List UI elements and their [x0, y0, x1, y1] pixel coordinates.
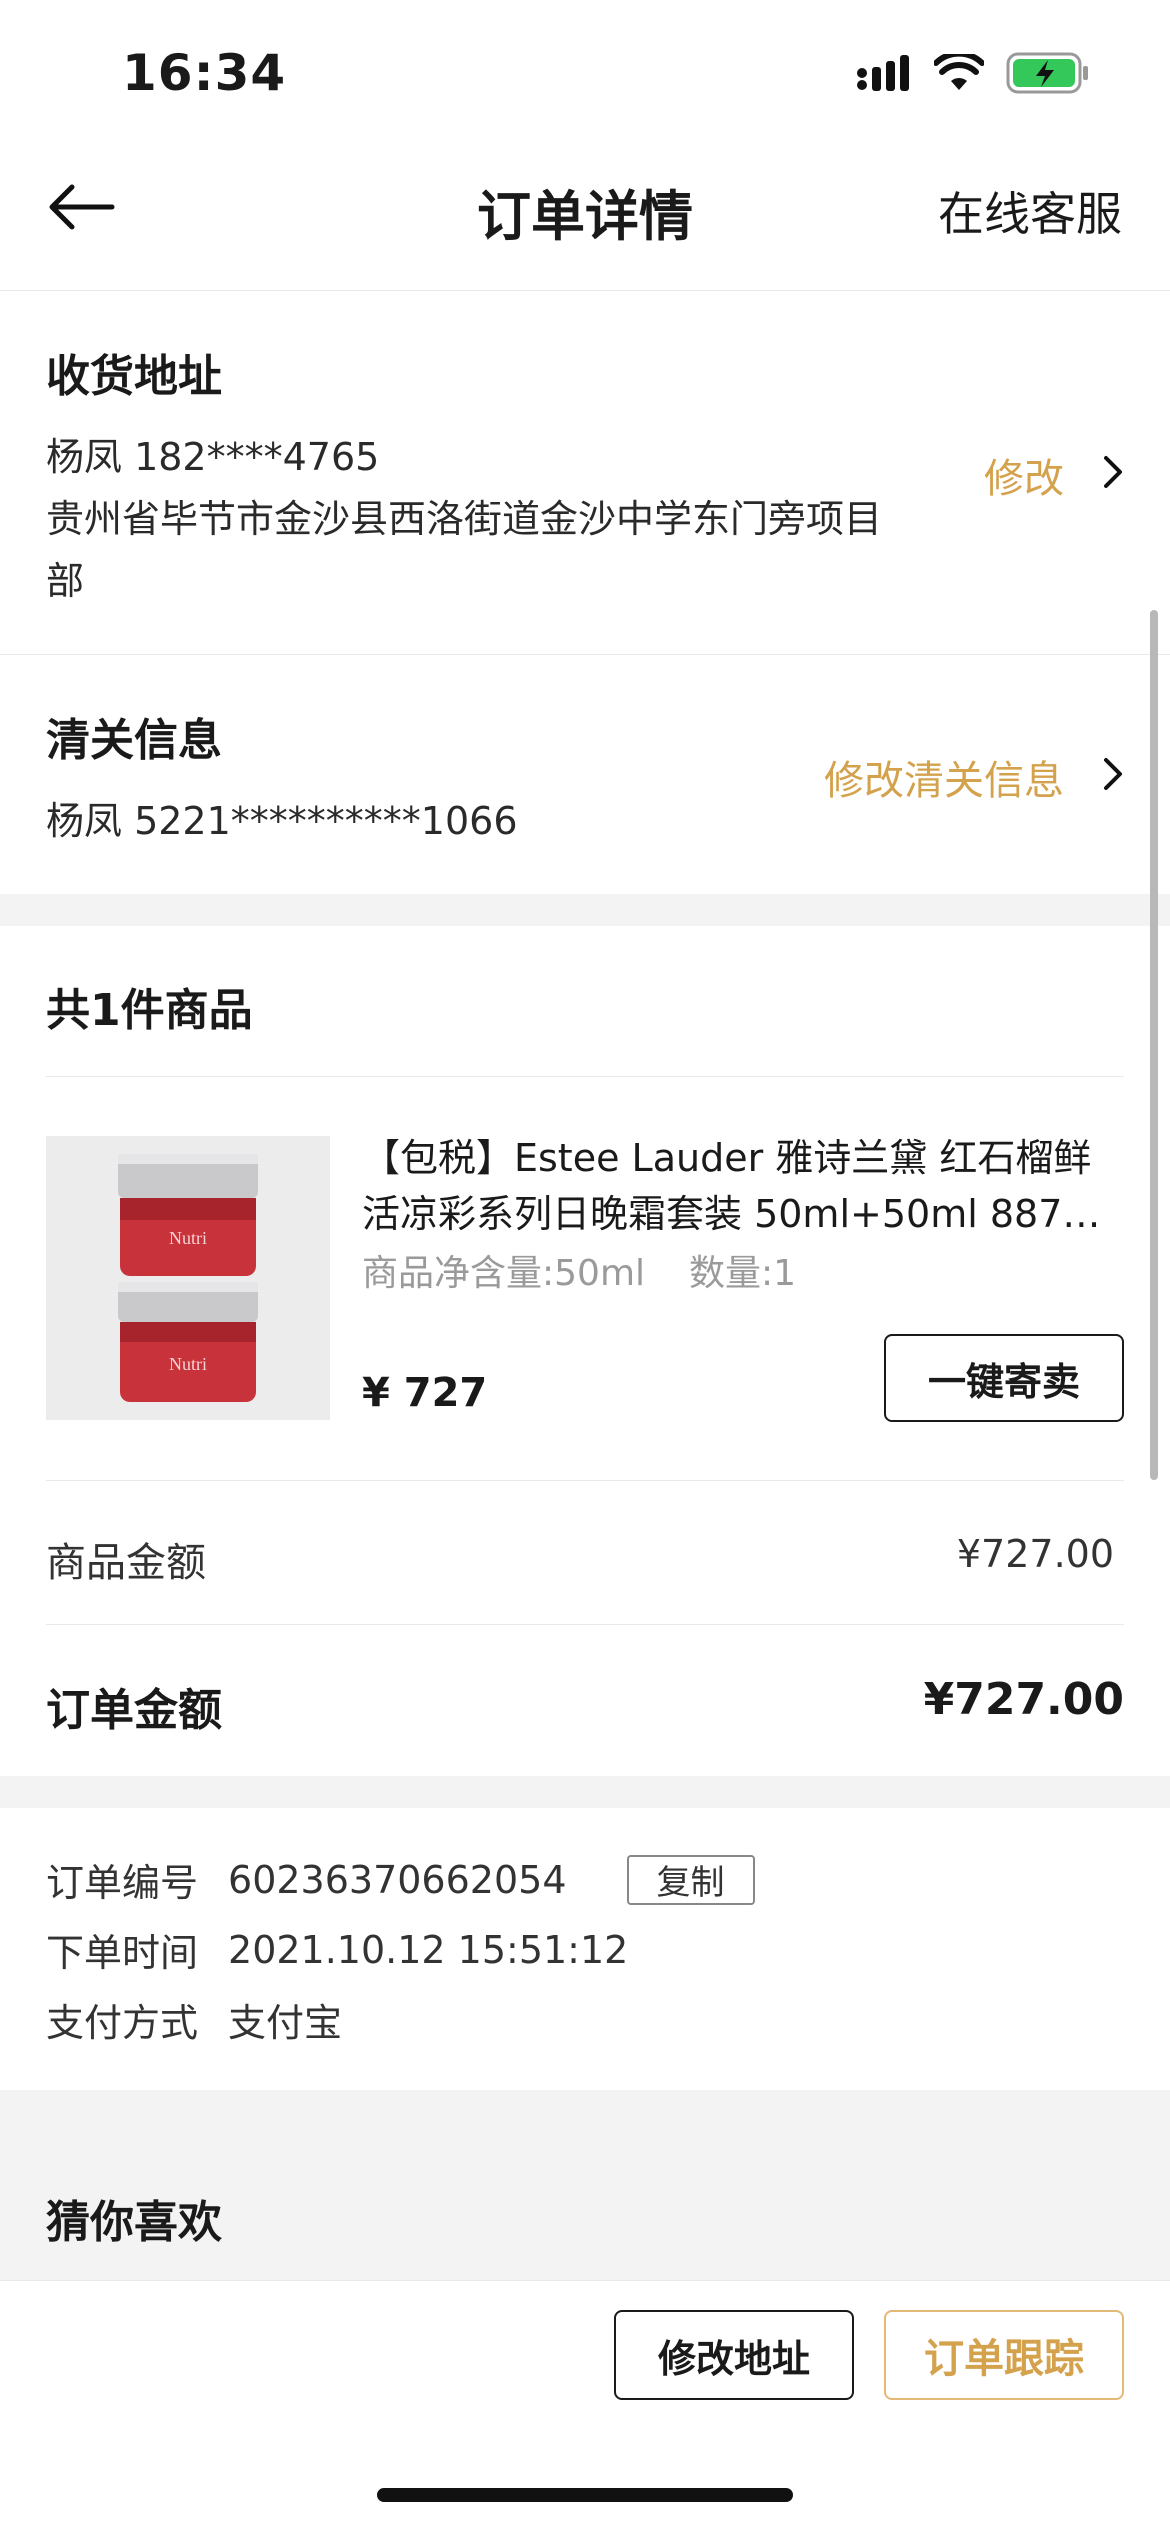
- order-number-label: 订单编号: [46, 1861, 199, 1905]
- customs-id: 杨凤 5221**********1066: [46, 799, 518, 843]
- product-quantity: 数量:1: [689, 1253, 797, 1294]
- order-time-row: 下单时间 2021.10.12 15:51:12: [46, 1922, 628, 1977]
- consign-button[interactable]: 一键寄卖: [884, 1334, 1124, 1422]
- payment-method-label: 支付方式: [46, 2001, 199, 2045]
- battery-charging-icon: [1006, 52, 1088, 94]
- divider: [0, 654, 1170, 655]
- recommend-section: [0, 2090, 1170, 2280]
- goods-amount-value: ¥727.00: [956, 1532, 1114, 1576]
- goods-amount-label: 商品金额: [46, 1540, 206, 1586]
- order-number-value: 60236370662054: [228, 1857, 567, 1902]
- product-price: ¥ 727: [362, 1370, 488, 1416]
- payment-method-row: 支付方式 支付宝: [46, 1992, 342, 2047]
- section-gap: [0, 1776, 1170, 1808]
- address-edit-link[interactable]: 修改: [984, 446, 1064, 504]
- status-icons: [856, 52, 1090, 94]
- recommend-title: 猜你喜欢: [46, 2197, 222, 2248]
- customs-title: 清关信息: [46, 715, 222, 766]
- order-number-row: 订单编号 60236370662054 复制: [46, 1852, 755, 1907]
- divider: [46, 1624, 1124, 1625]
- svg-text:Nutri: Nutri: [169, 1354, 207, 1374]
- svg-text:Nutri: Nutri: [169, 1228, 207, 1248]
- cellular-signal-icon: [857, 55, 909, 91]
- product-spec: 商品净含量:50ml 数量:1: [362, 1244, 796, 1296]
- wifi-icon: [934, 54, 984, 90]
- customs-edit-link[interactable]: 修改清关信息: [824, 748, 1064, 806]
- product-title[interactable]: 【包税】Estee Lauder 雅诗兰黛 红石榴鲜 活凉彩系列日晚霜套装 50…: [362, 1130, 1122, 1242]
- order-time-label: 下单时间: [46, 1931, 199, 1975]
- order-amount-label: 订单金额: [46, 1685, 222, 1736]
- order-time-value: 2021.10.12 15:51:12: [228, 1927, 629, 1972]
- address-title: 收货地址: [46, 351, 222, 402]
- status-time: 16:34: [122, 44, 287, 102]
- address-line-cont: 部: [46, 559, 85, 603]
- cream-jars-image: Nutri Nutri: [46, 1136, 330, 1420]
- order-amount-value: ¥727.00: [923, 1674, 1124, 1725]
- product-title-line1: 【包税】Estee Lauder 雅诗兰黛 红石榴鲜: [362, 1136, 1092, 1180]
- payment-method-value: 支付宝: [228, 2001, 343, 2045]
- divider: [46, 1076, 1124, 1077]
- address-name-phone: 杨凤 182****4765: [46, 435, 380, 479]
- copy-button[interactable]: 复制: [626, 1854, 755, 1905]
- scrollbar[interactable]: [1150, 610, 1158, 1480]
- address-line: 贵州省毕节市金沙县西洛街道金沙中学东门旁项目: [46, 497, 883, 541]
- address-block[interactable]: 杨凤 182****4765 贵州省毕节市金沙县西洛街道金沙中学东门旁项目 部: [46, 426, 926, 612]
- divider: [46, 1480, 1124, 1481]
- chevron-right-icon[interactable]: [1100, 452, 1128, 492]
- chevron-right-icon[interactable]: [1100, 754, 1128, 794]
- online-service-link[interactable]: 在线客服: [938, 178, 1122, 244]
- goods-count-title: 共1件商品: [46, 985, 253, 1036]
- home-indicator: [377, 2488, 793, 2502]
- track-order-button[interactable]: 订单跟踪: [884, 2310, 1124, 2400]
- section-gap: [0, 894, 1170, 926]
- product-title-line2: 活凉彩系列日晚霜套装 50ml+50ml 88716…: [362, 1192, 1122, 1236]
- edit-address-button[interactable]: 修改地址: [614, 2310, 854, 2400]
- product-net-content: 商品净含量:50ml: [362, 1253, 646, 1294]
- product-image[interactable]: Nutri Nutri: [46, 1136, 330, 1420]
